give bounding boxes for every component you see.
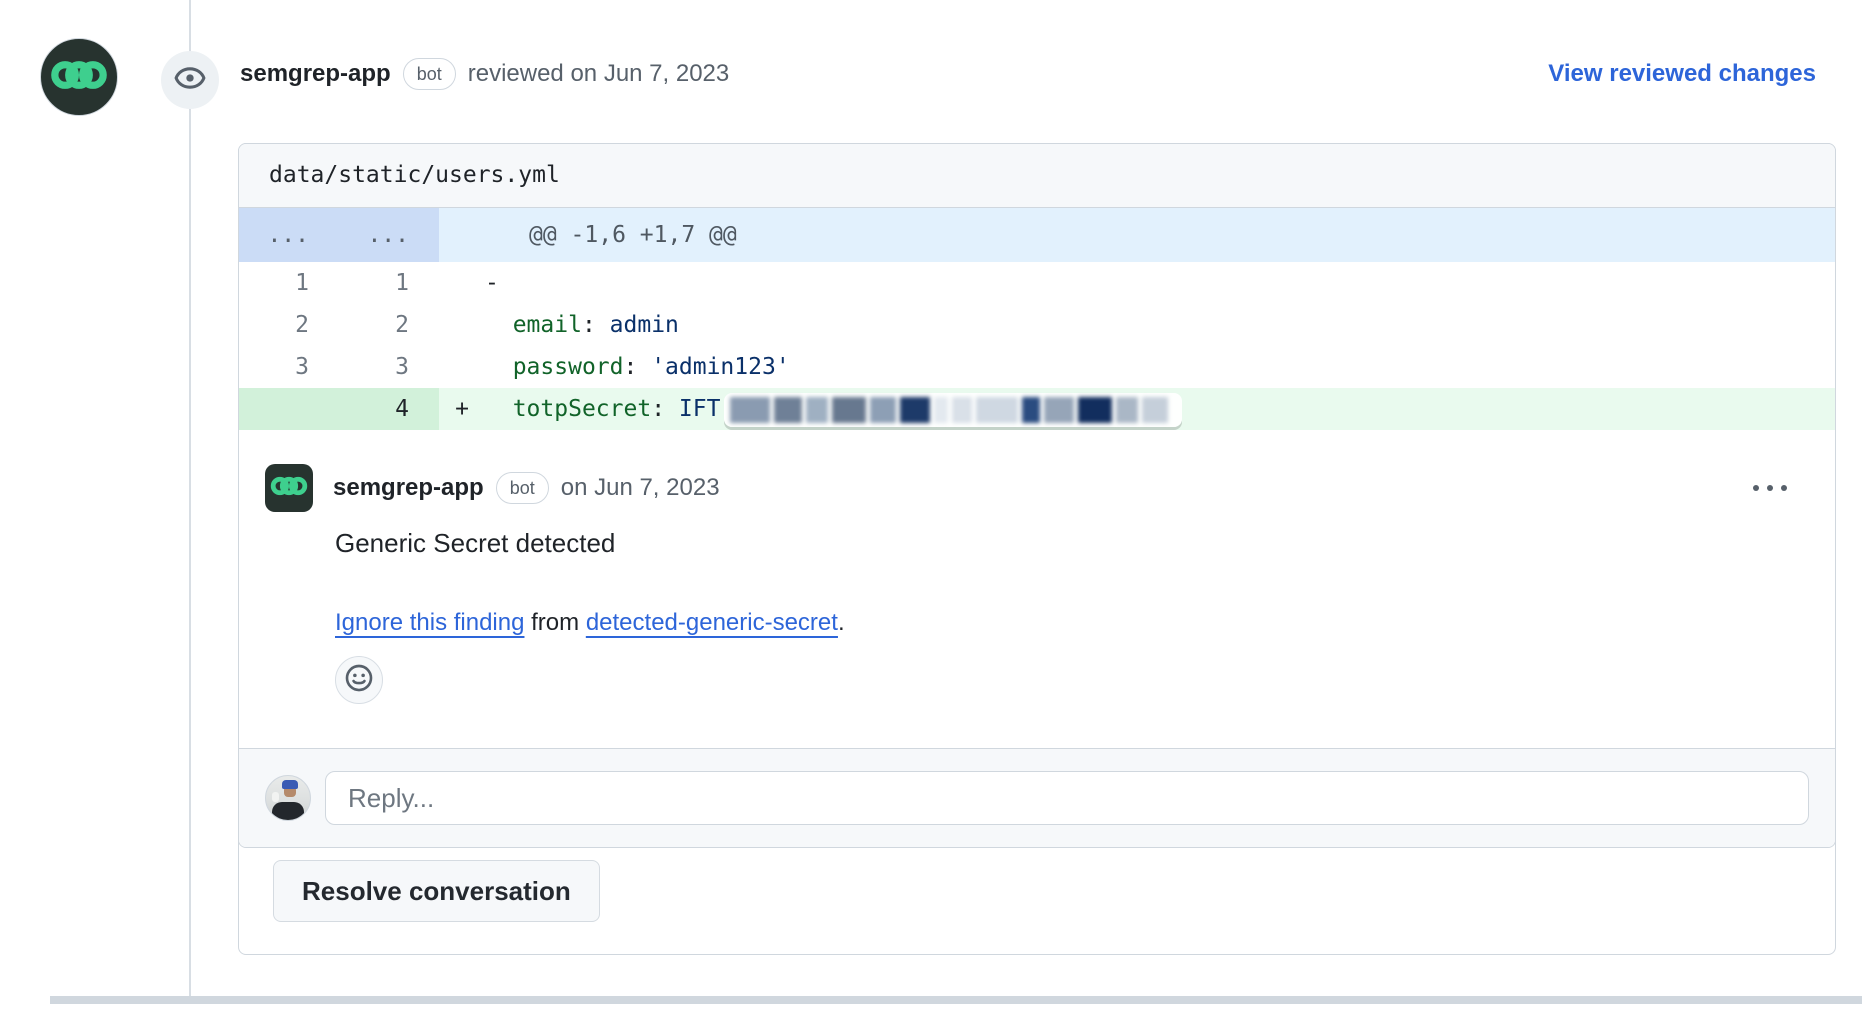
eye-icon (173, 61, 207, 100)
comment-body-text: Generic Secret detected (335, 526, 1799, 560)
add-reaction-button[interactable] (335, 656, 383, 704)
review-comment: semgrep-app bot on Jun 7, 2023 Generic S… (239, 430, 1835, 748)
thread-card: data/static/users.yml ... ... @@ -1,6 +1… (238, 143, 1836, 955)
new-line-number: 3 (339, 346, 439, 388)
view-reviewed-changes-link[interactable]: View reviewed changes (1548, 60, 1816, 88)
code-text: - (485, 262, 1835, 304)
comment-header: semgrep-app bot on Jun 7, 2023 (265, 464, 1799, 512)
from-text: from (524, 609, 585, 636)
diff-marker (439, 304, 485, 346)
new-line-number: 4 (339, 388, 439, 430)
resolve-area: Resolve conversation (239, 848, 1835, 954)
hunk-old-gutter: ... (239, 208, 339, 262)
semgrep-logo-icon (50, 46, 108, 109)
timeline-line (189, 0, 191, 998)
code-text: email: admin (485, 304, 1835, 346)
bot-badge: bot (403, 58, 456, 90)
review-event-badge (161, 51, 219, 109)
period-text: . (838, 609, 845, 636)
hunk-header-text: @@ -1,6 +1,7 @@ (485, 208, 1835, 262)
finding-actions-line: Ignore this finding from detected-generi… (335, 606, 1799, 640)
resolve-conversation-button[interactable]: Resolve conversation (273, 860, 600, 922)
diff-marker (439, 262, 485, 304)
diff-line-added[interactable]: 4+ totpSecret: IFT (239, 388, 1835, 430)
current-user-avatar[interactable] (265, 775, 311, 821)
ignore-finding-link[interactable]: Ignore this finding (335, 609, 524, 636)
old-line-number (239, 388, 339, 430)
diff-line-context[interactable]: 22 email: admin (239, 304, 1835, 346)
old-line-number: 2 (239, 304, 339, 346)
diff-hunk-row: ... ... @@ -1,6 +1,7 @@ (239, 208, 1835, 262)
diff-table: ... ... @@ -1,6 +1,7 @@ 11-22 email: adm… (239, 208, 1835, 430)
diff-marker: + (439, 388, 485, 430)
diff-lines: 11-22 email: admin33 password: 'admin123… (239, 262, 1835, 430)
new-line-number: 1 (339, 262, 439, 304)
review-action-text: reviewed on Jun 7, 2023 (468, 60, 730, 88)
comment-meta: semgrep-app bot on Jun 7, 2023 (333, 472, 720, 504)
old-line-number: 3 (239, 346, 339, 388)
review-header-text: semgrep-app bot reviewed on Jun 7, 2023 (240, 58, 1548, 90)
diff-line-context[interactable]: 33 password: 'admin123' (239, 346, 1835, 388)
new-line-number: 2 (339, 304, 439, 346)
hunk-new-gutter: ... (339, 208, 439, 262)
section-divider (50, 996, 1862, 1004)
code-text: password: 'admin123' (485, 346, 1835, 388)
file-path-header[interactable]: data/static/users.yml (239, 144, 1835, 208)
diff-comment-unit: data/static/users.yml ... ... @@ -1,6 +1… (238, 143, 1836, 848)
comment-date[interactable]: on Jun 7, 2023 (561, 474, 720, 502)
code-text: totpSecret: IFT (485, 388, 1835, 430)
comment-author-name[interactable]: semgrep-app (333, 474, 484, 502)
smiley-icon (344, 663, 374, 698)
review-header: semgrep-app bot reviewed on Jun 7, 2023 … (240, 58, 1816, 90)
reviewer-name[interactable]: semgrep-app (240, 60, 391, 88)
bot-badge: bot (496, 472, 549, 504)
reply-section (239, 748, 1835, 847)
reply-input[interactable] (325, 771, 1809, 825)
semgrep-logo-icon (270, 467, 308, 510)
rule-link[interactable]: detected-generic-secret (586, 609, 838, 636)
kebab-menu-icon[interactable] (1741, 475, 1799, 501)
hunk-marker-cell (439, 208, 485, 262)
old-line-number: 1 (239, 262, 339, 304)
diff-line-context[interactable]: 11 - (239, 262, 1835, 304)
reviewer-avatar[interactable] (40, 38, 118, 116)
comment-author-avatar[interactable] (265, 464, 313, 512)
pr-review-thread: semgrep-app bot reviewed on Jun 7, 2023 … (0, 0, 1862, 1010)
diff-marker (439, 346, 485, 388)
redacted-secret (724, 393, 1182, 427)
